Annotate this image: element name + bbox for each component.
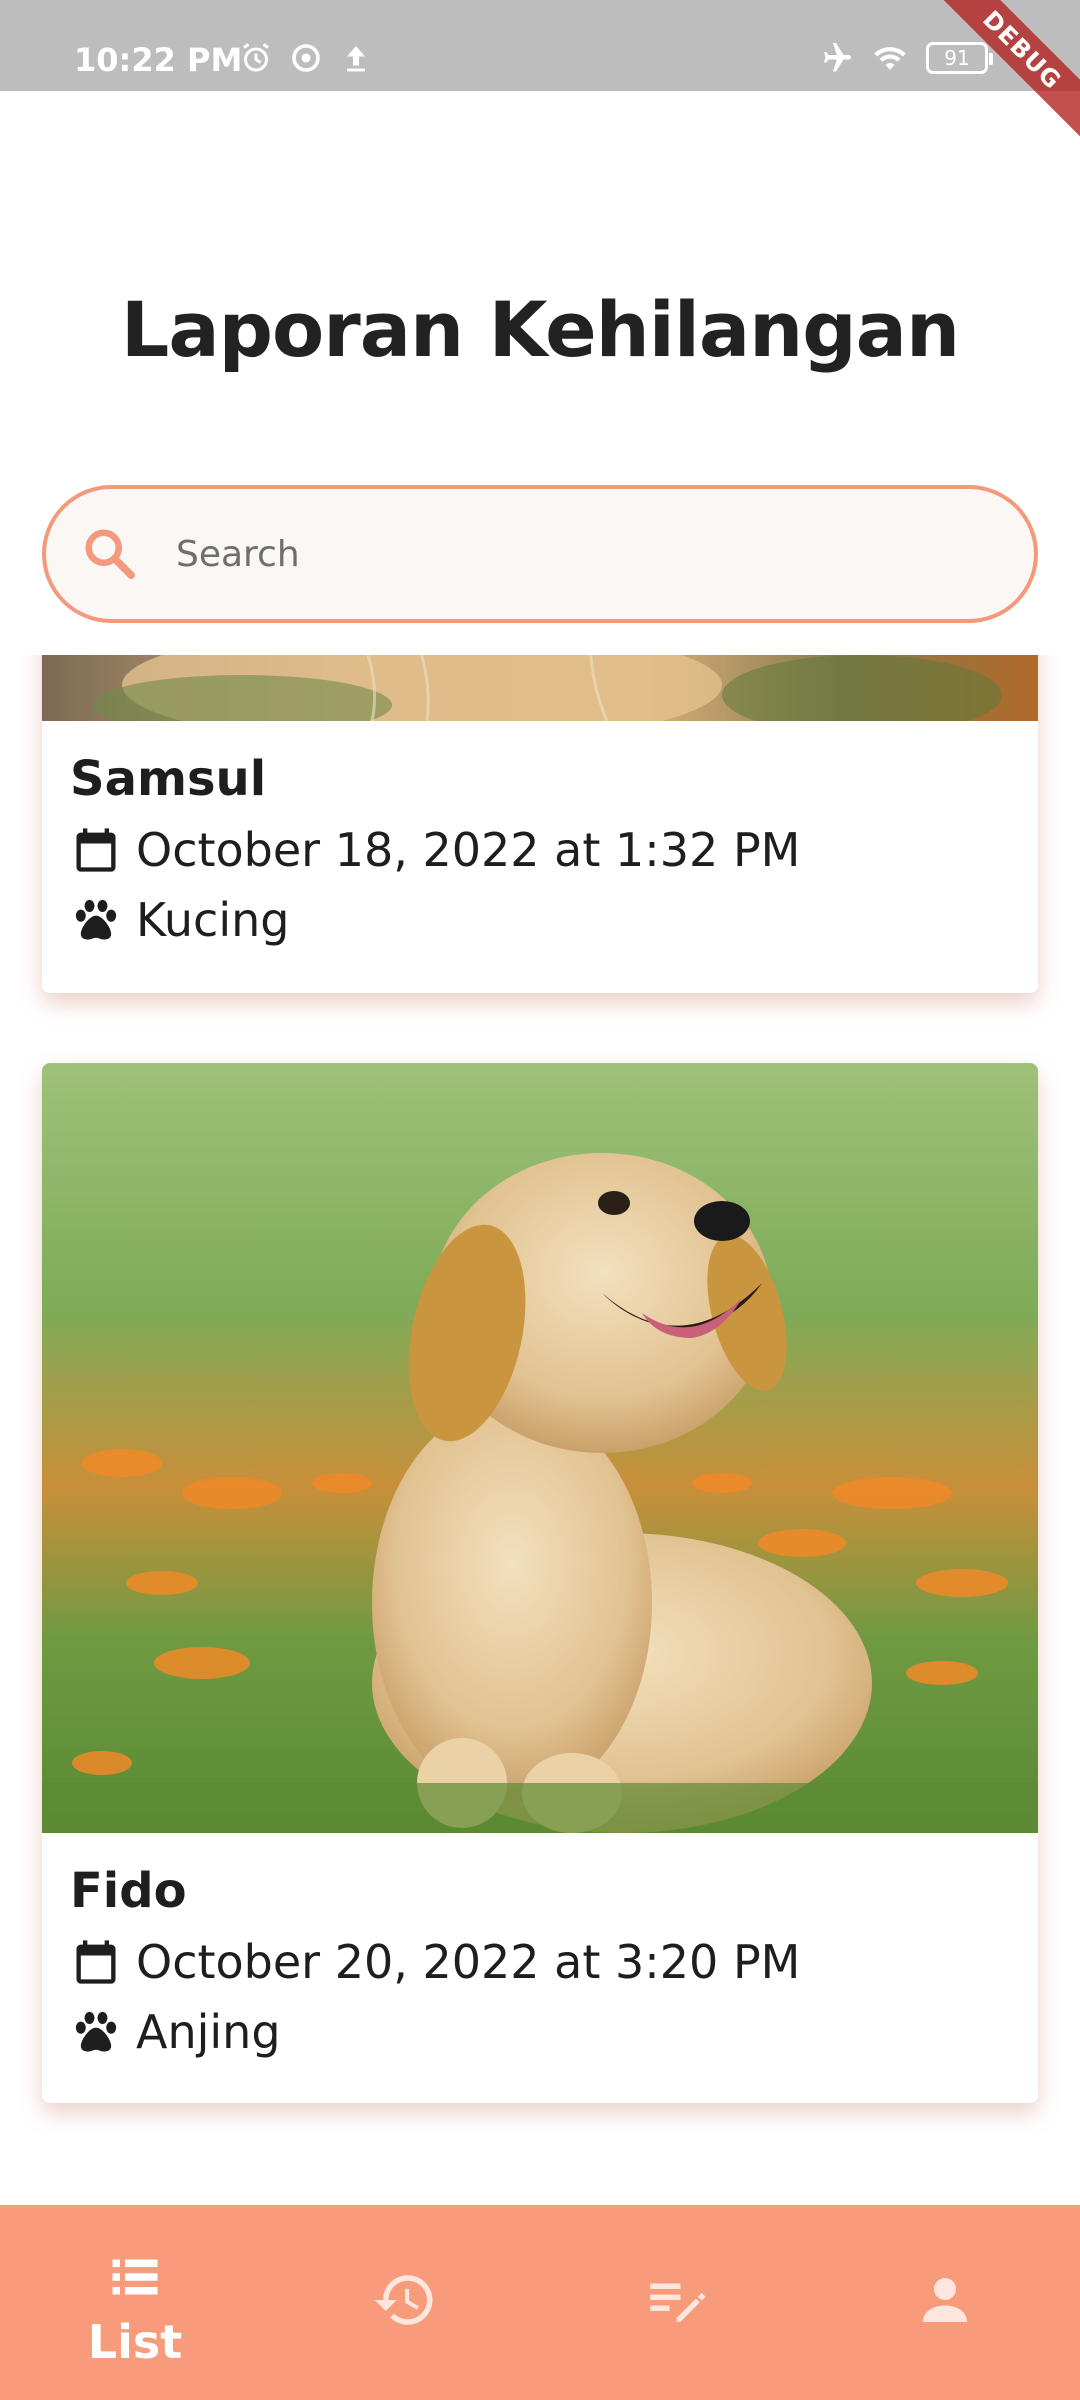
- report-card[interactable]: Fido October 20, 2022 at 3:20 PM Anjing: [42, 1063, 1038, 2103]
- sync-icon: [292, 44, 320, 72]
- paw-icon: [75, 899, 117, 940]
- nav-item-history[interactable]: [270, 2205, 540, 2400]
- upload-icon: [347, 46, 365, 72]
- battery-icon: 91: [926, 42, 993, 74]
- nav-item-list[interactable]: List: [0, 2205, 270, 2400]
- list-icon: [112, 2259, 158, 2295]
- wifi-icon: [874, 47, 906, 70]
- person-icon: [923, 2278, 967, 2322]
- airplane-mode-icon: [824, 43, 851, 72]
- pet-photo: [42, 655, 1038, 721]
- report-name: Samsul: [70, 751, 267, 807]
- status-time: 10:22 PM: [74, 41, 243, 79]
- search-bar[interactable]: [42, 485, 1038, 623]
- search-icon: [85, 529, 135, 579]
- alarm-icon: [243, 43, 269, 72]
- calendar-icon: [76, 828, 116, 872]
- search-input[interactable]: [176, 533, 956, 575]
- report-animal-type: Anjing: [136, 2005, 281, 2059]
- page-title: Laporan Kehilangan: [120, 285, 960, 374]
- calendar-icon: [76, 1940, 116, 1984]
- edit-note-icon: [650, 2283, 706, 2322]
- bottom-navigation: List: [0, 2205, 1080, 2400]
- report-datetime: October 20, 2022 at 3:20 PM: [136, 1935, 801, 1989]
- paw-icon: [75, 2011, 117, 2052]
- nav-label-list: List: [87, 2315, 183, 2369]
- debug-banner: DEBUG: [915, 0, 1080, 157]
- report-list[interactable]: Samsul October 18, 2022 at 1:32 PM Kucin…: [0, 655, 1080, 2203]
- status-bar: 10:22 PM 91 DEBUG: [0, 0, 1080, 157]
- nav-item-profile[interactable]: [810, 2205, 1080, 2400]
- report-animal-type: Kucing: [136, 893, 290, 947]
- report-name: Fido: [70, 1863, 187, 1919]
- pet-photo: [42, 1063, 1038, 1833]
- report-card[interactable]: Samsul October 18, 2022 at 1:32 PM Kucin…: [42, 655, 1038, 993]
- history-icon: [374, 2275, 433, 2325]
- report-datetime: October 18, 2022 at 1:32 PM: [136, 823, 801, 877]
- nav-item-edit[interactable]: [540, 2205, 810, 2400]
